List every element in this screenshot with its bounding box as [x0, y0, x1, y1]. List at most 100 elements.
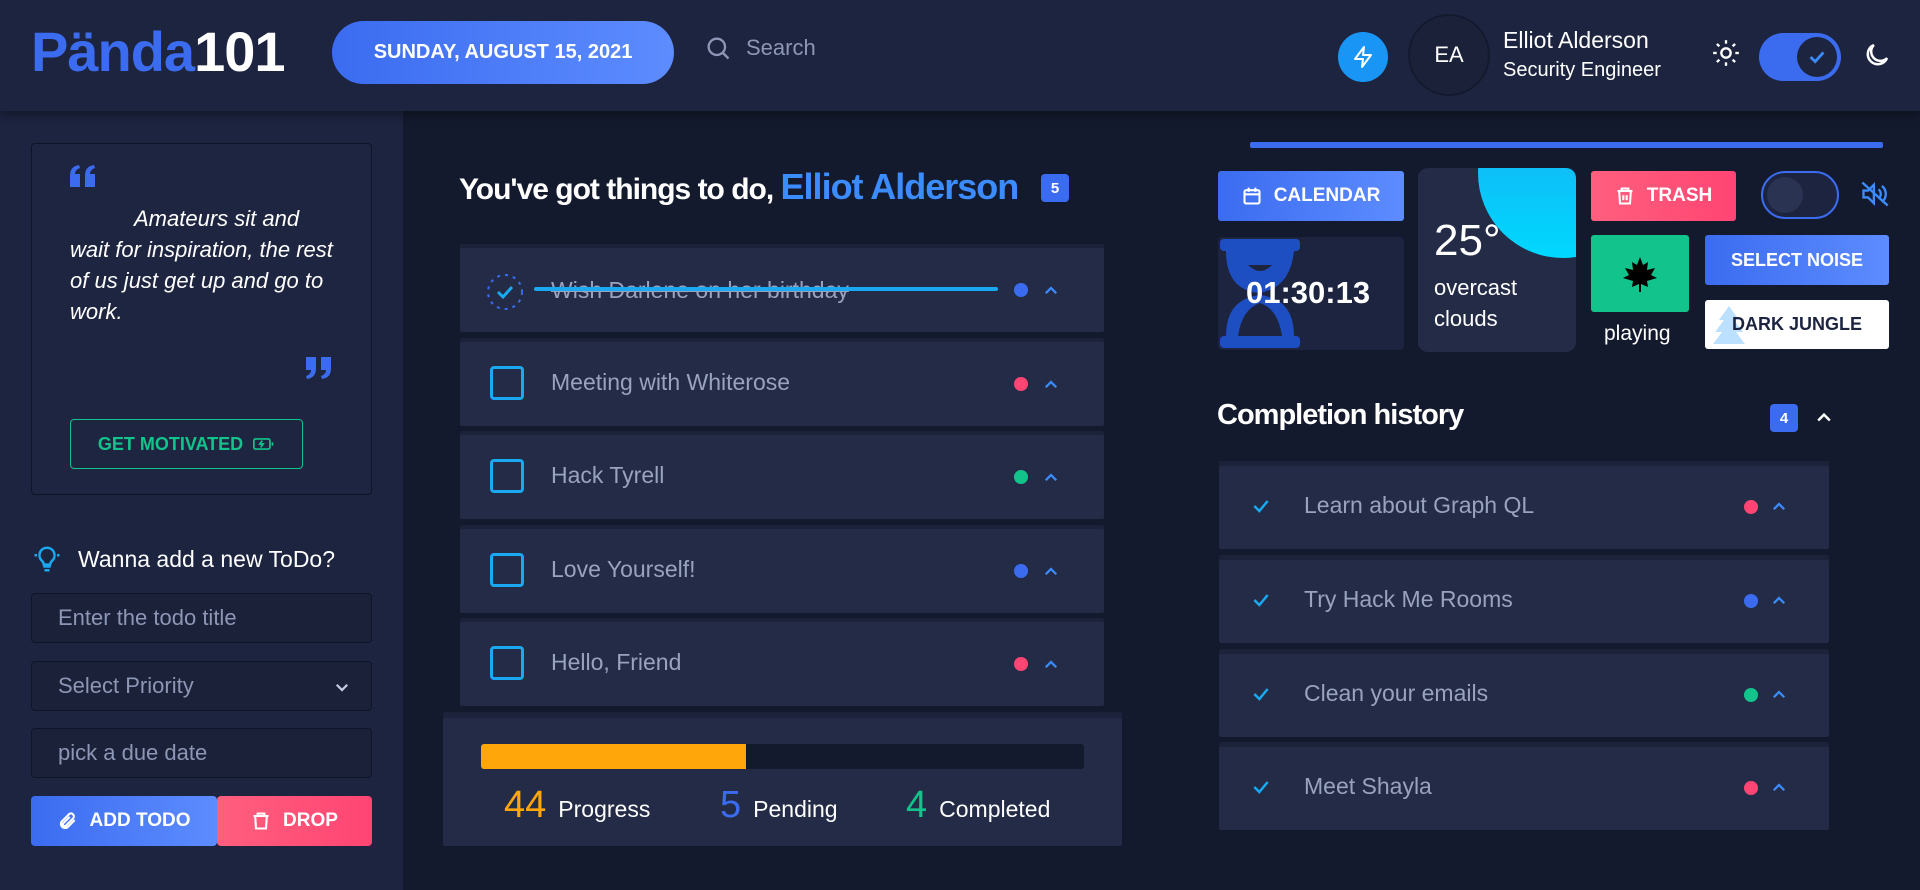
- chevron-up-icon[interactable]: [1042, 563, 1060, 581]
- search-input[interactable]: Search: [746, 35, 816, 61]
- completed-stat: 4 Completed: [906, 784, 1050, 827]
- avatar[interactable]: EA: [1408, 14, 1490, 96]
- completed-label: Completed: [939, 796, 1051, 822]
- completed-value: 4: [906, 784, 928, 826]
- history-title: Completion history: [1217, 399, 1464, 431]
- history-item[interactable]: Clean your emails: [1219, 654, 1829, 737]
- calendar-icon: [1243, 187, 1261, 205]
- priority-dot: [1744, 500, 1758, 514]
- pomodoro-timer[interactable]: 01:30:13: [1218, 237, 1404, 350]
- temperature: 25°: [1434, 216, 1501, 265]
- get-motivated-button[interactable]: GET MOTIVATED: [70, 419, 303, 469]
- get-motivated-label: GET MOTIVATED: [97, 433, 244, 454]
- priority-dot: [1014, 470, 1028, 484]
- history-item[interactable]: Try Hack Me Rooms: [1219, 560, 1829, 643]
- priority-select[interactable]: Select Priority: [31, 661, 372, 711]
- todo-title: Love Yourself!: [551, 556, 696, 582]
- trash-button[interactable]: TRASH: [1591, 171, 1736, 221]
- chevron-up-icon[interactable]: [1814, 408, 1834, 428]
- history-title-text: Meet Shayla: [1304, 773, 1432, 799]
- app-logo[interactable]: Pända101: [31, 20, 286, 83]
- todo-greeting: You've got things to do, Elliot Alderson: [459, 166, 1020, 208]
- todo-title-input[interactable]: Enter the todo title: [31, 593, 372, 643]
- timer-display: 01:30:13: [1246, 275, 1371, 310]
- progress-bar-fill: [481, 744, 747, 769]
- chevron-up-icon[interactable]: [1770, 686, 1788, 704]
- check-icon: [1253, 688, 1269, 701]
- sound-toggle[interactable]: [1761, 171, 1839, 219]
- todo-title: Hack Tyrell: [551, 462, 665, 488]
- search-icon: [707, 37, 730, 60]
- history-title-text: Learn about Graph QL: [1304, 492, 1535, 518]
- todo-checkbox[interactable]: [490, 366, 524, 400]
- trash-icon: [253, 812, 269, 830]
- drop-button[interactable]: DROP: [217, 796, 372, 846]
- todo-item[interactable]: Meeting with Whiterose: [460, 342, 1104, 426]
- pending-stat: 5 Pending: [720, 784, 838, 827]
- theme-toggle[interactable]: [1759, 33, 1841, 81]
- history-item[interactable]: Learn about Graph QL: [1219, 466, 1829, 549]
- greeting-name: Elliot Alderson: [780, 166, 1020, 207]
- drop-label: DROP: [283, 810, 338, 831]
- select-noise-button[interactable]: SELECT NOISE: [1705, 235, 1889, 285]
- top-header: Pända101 SUNDAY, AUGUST 15, 2021 Search …: [0, 0, 1920, 111]
- date-button[interactable]: SUNDAY, AUGUST 15, 2021: [332, 21, 674, 84]
- chevron-up-icon[interactable]: [1770, 779, 1788, 797]
- maple-leaf-icon: [1623, 256, 1657, 292]
- volume-mute-icon[interactable]: [1860, 180, 1890, 208]
- logo-text-part1: Pända: [31, 20, 195, 83]
- noise-play-button[interactable]: [1591, 235, 1689, 312]
- progress-bar: [481, 744, 1084, 769]
- todo-checkbox[interactable]: [490, 646, 524, 680]
- history-title-text: Clean your emails: [1304, 680, 1489, 706]
- weather-condition: overcast clouds: [1434, 275, 1518, 331]
- chevron-up-icon[interactable]: [1042, 469, 1060, 487]
- priority-dot: [1014, 377, 1028, 391]
- search-bar[interactable]: Search: [704, 34, 816, 62]
- chevron-up-icon[interactable]: [1042, 282, 1060, 300]
- chevron-up-icon[interactable]: [1770, 498, 1788, 516]
- todo-item[interactable]: Love Yourself!: [460, 529, 1104, 613]
- add-todo-button[interactable]: ADD TODO: [31, 796, 217, 846]
- completed-spinner-icon[interactable]: [485, 272, 525, 312]
- todo-item[interactable]: Hack Tyrell: [460, 435, 1104, 519]
- bolt-icon: [1354, 46, 1372, 68]
- sound-toggle-knob: [1767, 177, 1803, 213]
- priority-dot: [1014, 657, 1028, 671]
- history-count-badge: 4: [1770, 404, 1798, 432]
- priority-dot: [1744, 688, 1758, 702]
- todo-checkbox[interactable]: [490, 553, 524, 587]
- weather-card: 25° overcast clouds: [1418, 168, 1576, 352]
- completed-strike-line: [534, 287, 998, 291]
- chevron-up-icon[interactable]: [1770, 592, 1788, 610]
- check-icon: [1253, 594, 1269, 607]
- chevron-up-icon[interactable]: [1042, 376, 1060, 394]
- check-icon: [1809, 51, 1825, 64]
- noise-name-display[interactable]: DARK JUNGLE: [1705, 300, 1889, 349]
- todo-count-badge: 5: [1041, 174, 1069, 202]
- history-item[interactable]: Meet Shayla: [1219, 747, 1829, 830]
- quote-close-icon: [306, 357, 331, 379]
- quote-text: Amateurs sit and wait for inspiration, t…: [70, 206, 333, 324]
- trash-label: TRASH: [1646, 185, 1713, 206]
- due-date-input[interactable]: pick a due date: [31, 728, 372, 778]
- playing-status: playing: [1604, 322, 1671, 345]
- pending-label: Pending: [753, 796, 838, 822]
- priority-select-label: Select Priority: [58, 673, 194, 698]
- progress-value: 44: [504, 784, 547, 826]
- todo-item[interactable]: Hello, Friend: [460, 622, 1104, 706]
- add-todo-heading: Wanna add a new ToDo?: [32, 544, 335, 574]
- lightbulb-icon: [34, 546, 60, 572]
- chevron-up-icon[interactable]: [1042, 656, 1060, 674]
- todo-title: Hello, Friend: [551, 649, 682, 675]
- paperclip-icon: [59, 812, 75, 830]
- top-accent-line: [1250, 142, 1883, 148]
- calendar-label: CALENDAR: [1273, 185, 1381, 206]
- user-role: Security Engineer: [1503, 59, 1661, 81]
- todo-title: Meeting with Whiterose: [551, 369, 791, 395]
- calendar-button[interactable]: CALENDAR: [1218, 171, 1404, 221]
- notifications-button[interactable]: [1338, 32, 1388, 82]
- check-icon: [1253, 781, 1269, 794]
- todo-checkbox[interactable]: [490, 459, 524, 493]
- progress-stat: 44 Progress: [504, 784, 650, 827]
